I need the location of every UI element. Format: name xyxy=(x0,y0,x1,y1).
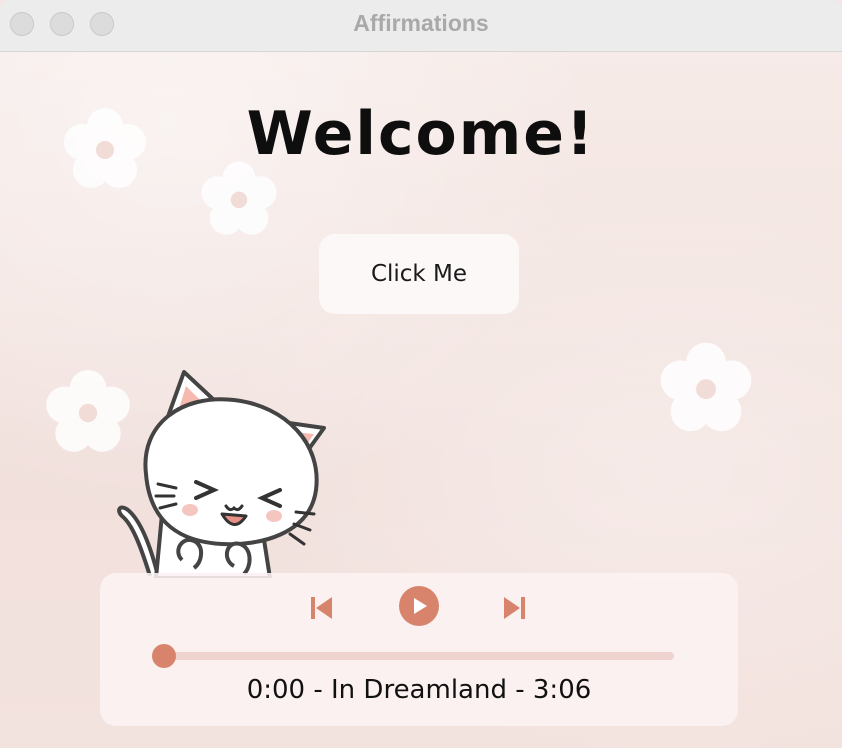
progress-knob[interactable] xyxy=(152,644,176,668)
track-duration: 3:06 xyxy=(532,675,592,705)
elapsed-time: 0:00 xyxy=(246,675,306,705)
cat-illustration xyxy=(117,370,326,578)
playback-status: 0:00 - In Dreamland - 3:06 xyxy=(100,675,738,705)
status-separator: - xyxy=(515,675,525,705)
skip-previous-icon[interactable] xyxy=(306,593,336,623)
play-button[interactable] xyxy=(398,585,440,627)
progress-track[interactable] xyxy=(161,652,674,660)
status-separator: - xyxy=(313,675,323,705)
window-title: Affirmations xyxy=(353,10,489,36)
main-content: Welcome! Click Me 0:00 - In Dreamland - … xyxy=(0,52,842,748)
click-me-button[interactable]: Click Me xyxy=(319,234,519,314)
app-window: Affirmations Welcome! Click Me 0:00 - In… xyxy=(0,0,842,748)
track-title: In Dreamland xyxy=(331,675,507,705)
skip-next-icon[interactable] xyxy=(500,593,530,623)
music-player: 0:00 - In Dreamland - 3:06 xyxy=(100,573,738,726)
welcome-heading: Welcome! xyxy=(246,99,596,169)
flower-icon xyxy=(660,342,752,432)
title-bar[interactable]: Affirmations xyxy=(0,0,842,52)
